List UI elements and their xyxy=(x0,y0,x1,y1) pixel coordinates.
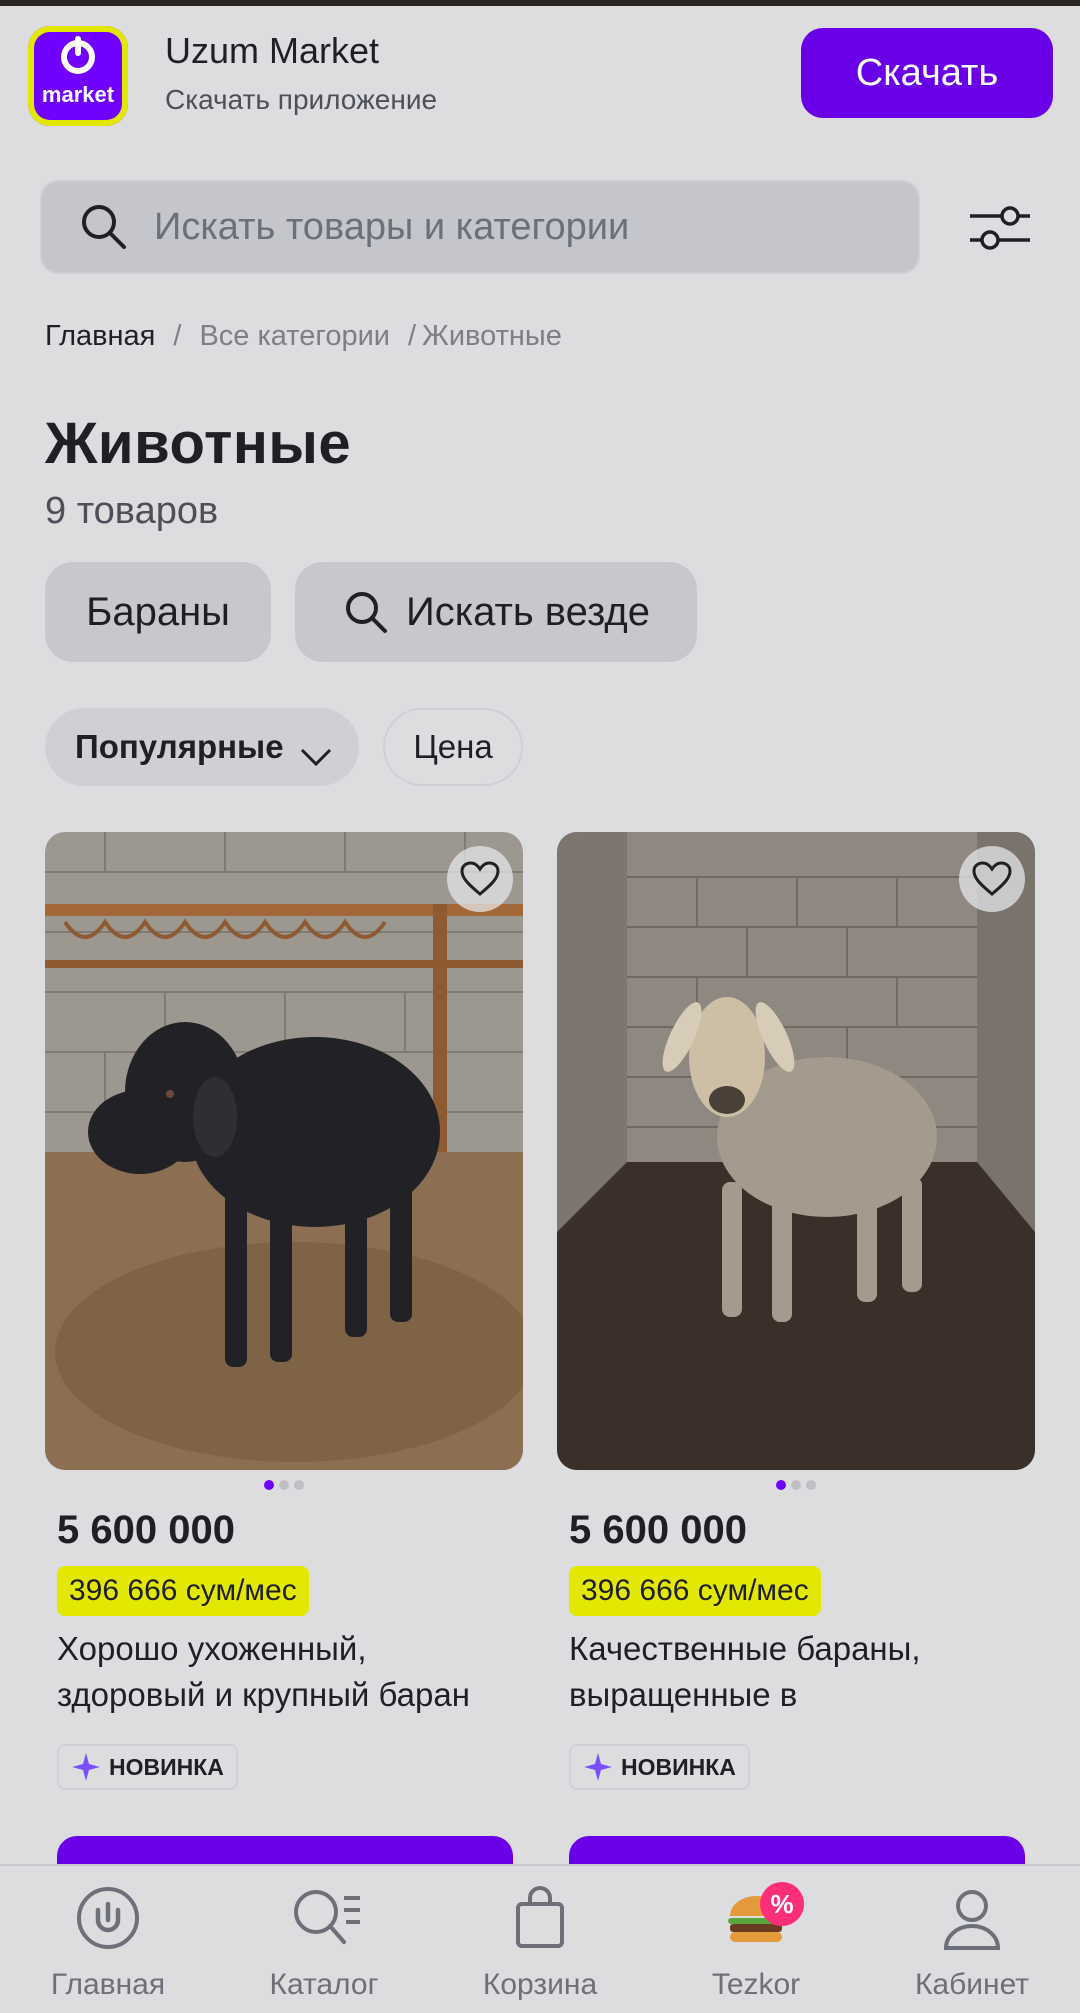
pagination-dot xyxy=(791,1480,801,1490)
product-image[interactable] xyxy=(45,832,523,1470)
nav-home[interactable]: Главная xyxy=(0,1866,216,2013)
new-badge: НОВИНКА xyxy=(569,1744,750,1790)
chip-rams[interactable]: Бараны xyxy=(45,562,271,662)
page-title: Животные xyxy=(45,411,352,476)
search-icon xyxy=(342,588,390,636)
image-pagination xyxy=(45,1480,523,1490)
breadcrumb-current: Животные xyxy=(422,320,562,352)
app-title: Uzum Market xyxy=(165,30,380,71)
nav-tezkor-label: Tezkor xyxy=(711,1968,801,2001)
pagination-dot xyxy=(294,1480,304,1490)
breadcrumb: Главная / Все категории / Животные xyxy=(45,320,562,353)
pagination-dot xyxy=(806,1480,816,1490)
product-card[interactable]: 5 600 000 396 666 сум/мес Хорошо ухоженн… xyxy=(45,832,523,1916)
product-title[interactable]: Хорошо ухоженный, здоровый и крупный бар… xyxy=(57,1626,517,1718)
nav-cart[interactable]: Корзина xyxy=(432,1866,648,2013)
product-price: 5 600 000 xyxy=(57,1508,235,1552)
installment-badge: 396 666 сум/мес xyxy=(569,1566,821,1616)
nav-tezkor[interactable]: % Tezkor xyxy=(648,1866,864,2013)
nav-home-label: Главная xyxy=(50,1968,166,2001)
sort-popular-label: Популярные xyxy=(75,728,284,765)
sort-price-button[interactable]: Цена xyxy=(383,708,523,786)
installment-badge: 396 666 сум/мес xyxy=(57,1566,309,1616)
user-icon xyxy=(940,1886,1004,1950)
home-icon xyxy=(76,1886,140,1950)
pagination-dot xyxy=(264,1480,274,1490)
breadcrumb-all-categories[interactable]: Все категории xyxy=(199,320,390,353)
breadcrumb-separator: / xyxy=(407,320,417,352)
nav-cabinet-label: Кабинет xyxy=(914,1968,1030,2001)
chip-search-label: Искать везде xyxy=(406,589,650,634)
chevron-down-icon xyxy=(300,737,332,767)
new-badge: НОВИНКА xyxy=(57,1744,238,1790)
favorite-heart-icon[interactable] xyxy=(447,846,513,912)
grey-ram-photo xyxy=(557,832,1035,1470)
filter-settings-icon[interactable] xyxy=(968,200,1032,256)
black-ram-photo xyxy=(45,832,523,1470)
bottom-navigation: Главная Каталог Корзина % Tezkor Кабинет xyxy=(0,1864,1080,2013)
promo-badge: % xyxy=(760,1882,804,1926)
shopping-bag-icon xyxy=(508,1886,572,1950)
new-badge-label: НОВИНКА xyxy=(621,1753,736,1780)
nav-catalog-label: Каталог xyxy=(269,1968,379,2001)
breadcrumb-home[interactable]: Главная xyxy=(45,320,155,353)
pagination-dot xyxy=(279,1480,289,1490)
chip-rams-label: Бараны xyxy=(86,589,230,634)
chip-search-everywhere[interactable]: Искать везде xyxy=(295,562,697,662)
new-badge-label: НОВИНКА xyxy=(109,1753,224,1780)
product-image[interactable] xyxy=(557,832,1035,1470)
uzum-logo: market xyxy=(28,26,128,126)
breadcrumb-separator: / xyxy=(173,320,182,352)
image-pagination xyxy=(557,1480,1035,1490)
sort-popular-dropdown[interactable]: Популярные xyxy=(45,708,359,786)
pagination-dot xyxy=(776,1480,786,1490)
catalog-search-icon xyxy=(292,1886,360,1950)
sort-price-label: Цена xyxy=(413,728,493,765)
app-subtitle: Скачать приложение xyxy=(165,84,438,115)
app-banner: market Uzum Market Скачать приложение Ск… xyxy=(0,6,1080,146)
product-card[interactable]: 5 600 000 396 666 сум/мес Качественные б… xyxy=(557,832,1035,1916)
search-placeholder: Искать товары и категории xyxy=(154,205,630,248)
nav-cabinet[interactable]: Кабинет xyxy=(864,1866,1080,2013)
nav-catalog[interactable]: Каталог xyxy=(216,1866,432,2013)
sparkle-icon xyxy=(72,1753,100,1781)
download-button[interactable]: Скачать xyxy=(801,28,1053,118)
product-price: 5 600 000 xyxy=(569,1508,747,1552)
favorite-heart-icon[interactable] xyxy=(959,846,1025,912)
search-icon xyxy=(78,201,130,253)
search-input[interactable]: Искать товары и категории xyxy=(40,180,920,274)
product-count: 9 товаров xyxy=(45,490,219,532)
sparkle-icon xyxy=(584,1753,612,1781)
nav-cart-label: Корзина xyxy=(482,1968,598,2001)
product-title[interactable]: Качественные бараны, выращенные в xyxy=(569,1626,1029,1718)
logo-text: market xyxy=(41,82,115,107)
